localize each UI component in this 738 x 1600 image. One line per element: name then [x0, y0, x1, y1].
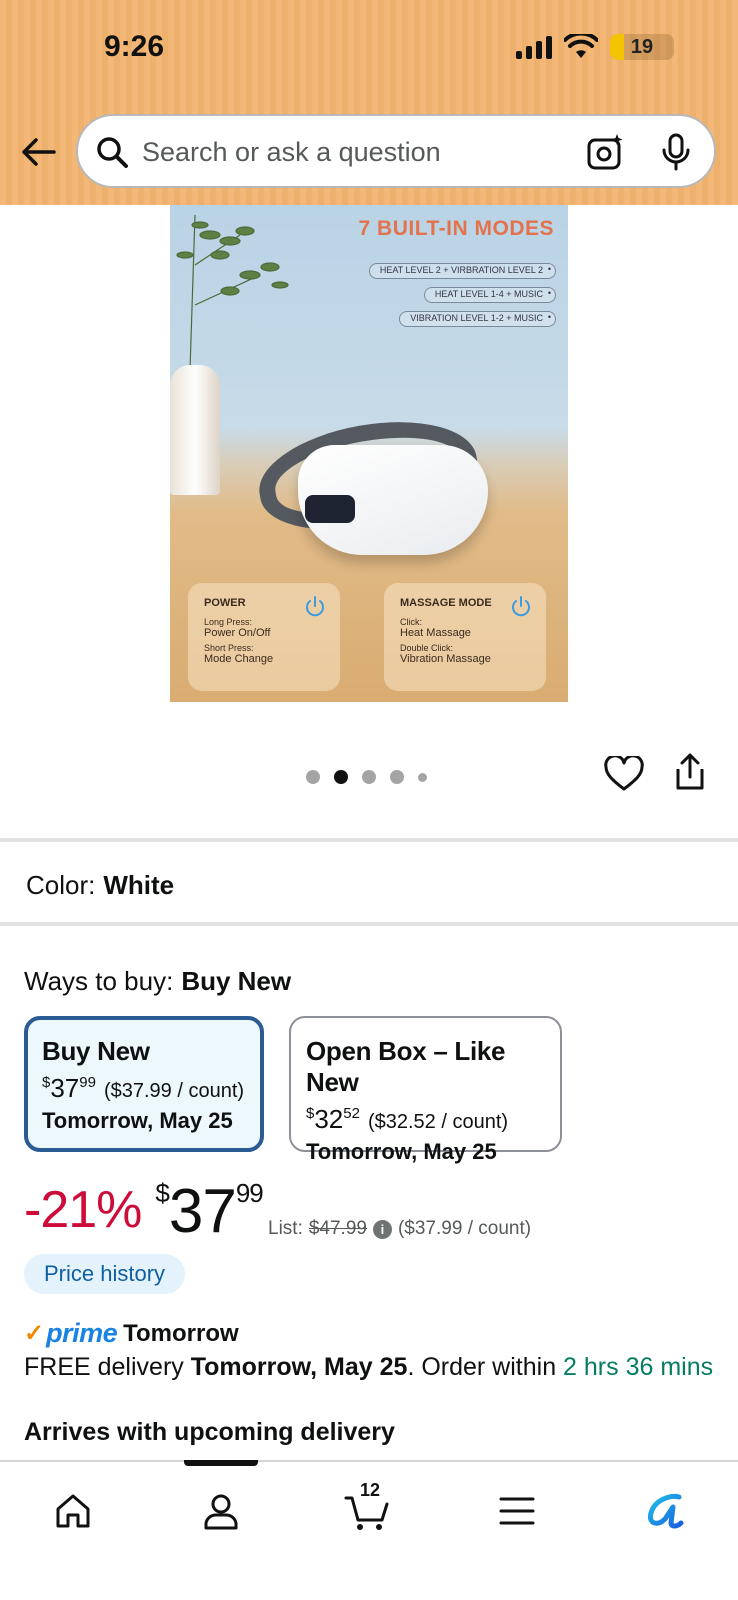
color-value: White — [103, 870, 175, 900]
delivery-date: Tomorrow, May 25 — [190, 1353, 408, 1381]
price-whole: 37 — [50, 1073, 80, 1103]
price-block: -21% $3799 — [24, 1177, 264, 1246]
account-tab[interactable] — [196, 1486, 246, 1536]
cart-count-badge: 12 — [360, 1480, 381, 1500]
open-box-option[interactable]: Open Box – Like New $3252 ($32.52 / count… — [289, 1016, 562, 1164]
price-per-count: ($37.99 / count) — [103, 1080, 245, 1102]
delivery-prefix: FREE delivery — [24, 1353, 191, 1381]
delivery-info: FREE delivery Tomorrow, May 25. Order wi… — [24, 1350, 714, 1385]
card-subtitle: Short Press: — [204, 643, 254, 653]
vase-illustration — [170, 365, 220, 495]
cart-tab[interactable]: 12 — [342, 1480, 392, 1536]
prime-check-icon: ✓ — [24, 1320, 45, 1347]
carousel-dot[interactable] — [362, 770, 376, 784]
price-cents: 99 — [235, 1178, 264, 1208]
app-header: 9:26 19 — [0, 0, 738, 205]
arrives-note: Arrives with upcoming delivery — [24, 1418, 395, 1446]
price-cents: 52 — [343, 1105, 360, 1122]
option-title: Buy New — [42, 1036, 150, 1066]
user-icon — [204, 1494, 238, 1530]
option-delivery: Tomorrow, May 25 — [42, 1108, 233, 1133]
status-icons: 19 — [516, 34, 674, 60]
buy-new-option[interactable]: Buy New $3799 ($37.99 / count) Tomorrow, … — [24, 1016, 264, 1152]
share-icon[interactable] — [674, 753, 706, 791]
card-subtitle: Double Click: — [400, 643, 454, 653]
back-arrow-icon[interactable] — [18, 132, 58, 172]
active-tab-indicator — [184, 1460, 258, 1466]
carousel-dot-active[interactable] — [334, 770, 348, 784]
microphone-icon[interactable] — [658, 132, 694, 172]
search-bar[interactable] — [76, 114, 716, 188]
carousel-indicator[interactable] — [306, 770, 427, 784]
price-history-button[interactable]: Price history — [24, 1254, 186, 1294]
ways-value: Buy New — [181, 966, 292, 996]
wifi-icon — [564, 34, 598, 58]
color-label: Color: — [26, 870, 96, 900]
signal-icon — [516, 35, 552, 59]
price-whole: 32 — [314, 1104, 344, 1134]
section-divider — [0, 922, 738, 926]
hamburger-menu-icon — [499, 1497, 535, 1525]
option-delivery: Tomorrow, May 25 — [306, 1139, 497, 1164]
price-per-count: ($32.52 / count) — [367, 1111, 509, 1133]
device-control-panel — [305, 495, 355, 523]
price-cents: 99 — [79, 1074, 96, 1091]
power-icon — [306, 596, 324, 617]
mode-label: HEAT LEVEL 2 + VIRBRATION LEVEL 2 — [368, 263, 556, 279]
list-value: $47.99 — [308, 1218, 367, 1239]
battery-level: 19 — [630, 35, 654, 58]
discount-percent: -21% — [24, 1181, 142, 1239]
image-title: 7 BUILT-IN MODES — [358, 217, 554, 240]
ai-assistant-icon — [647, 1494, 684, 1529]
heart-icon[interactable] — [604, 756, 644, 792]
card-subtitle: Click: — [400, 617, 422, 627]
mode-label: VIBRATION LEVEL 1-2 + MUSIC — [399, 311, 556, 327]
status-time: 9:26 — [104, 30, 165, 63]
card-subtitle: Long Press: — [204, 617, 253, 627]
product-image[interactable]: 7 BUILT-IN MODES HEAT LEVEL 2 + VIRBRATI… — [170, 205, 568, 702]
list-label: List: — [268, 1218, 303, 1239]
order-countdown: 2 hrs 36 mins — [563, 1353, 714, 1381]
rufus-assistant-tab[interactable] — [640, 1486, 690, 1536]
carousel-dot[interactable] — [306, 770, 320, 784]
card-value: Heat Massage — [400, 627, 471, 639]
prime-logo: prime — [46, 1318, 118, 1348]
menu-tab[interactable] — [492, 1486, 542, 1536]
price-whole: 37 — [168, 1177, 237, 1246]
home-tab[interactable] — [48, 1486, 98, 1536]
home-icon — [56, 1494, 90, 1528]
price-per-count: ($37.99 / count) — [397, 1218, 532, 1239]
option-title: Open Box – Like New — [306, 1036, 506, 1097]
search-icon — [97, 137, 128, 168]
power-icon — [512, 596, 530, 617]
section-divider — [0, 838, 738, 842]
list-price: List: $47.99 i ($37.99 / count) — [268, 1218, 531, 1240]
camera-lens-icon[interactable] — [586, 132, 626, 172]
massage-mode-info-card: MASSAGE MODE Click: Heat Massage Double … — [384, 583, 546, 691]
info-icon[interactable]: i — [372, 1219, 392, 1239]
battery-icon: 19 — [610, 34, 674, 60]
mode-label: HEAT LEVEL 1-4 + MUSIC — [423, 287, 556, 303]
ways-to-buy-heading: Ways to buy: Buy New — [24, 966, 291, 997]
delivery-middle: . Order within — [407, 1353, 564, 1381]
plant-illustration — [176, 214, 289, 371]
color-selector[interactable]: Color: White — [26, 870, 174, 901]
option-price: $3799 ($37.99 / count) — [42, 1073, 246, 1104]
price-currency: $ — [155, 1178, 170, 1208]
prime-delivery-badge: ✓ prime Tomorrow — [24, 1318, 239, 1349]
card-value: Vibration Massage — [400, 653, 491, 665]
power-info-card: POWER Long Press: Power On/Off Short Pre… — [188, 583, 340, 691]
ways-label: Ways to buy: — [24, 966, 174, 996]
card-value: Power On/Off — [204, 627, 271, 639]
search-input[interactable] — [142, 132, 552, 172]
card-value: Mode Change — [204, 653, 274, 665]
carousel-dot[interactable] — [418, 772, 427, 782]
prime-label: Tomorrow — [123, 1319, 239, 1347]
current-price: $3799 — [155, 1177, 264, 1246]
carousel-dot[interactable] — [390, 770, 404, 784]
bottom-navigation: 12 — [0, 1460, 738, 1600]
option-price: $3252 ($32.52 / count) — [306, 1104, 545, 1135]
